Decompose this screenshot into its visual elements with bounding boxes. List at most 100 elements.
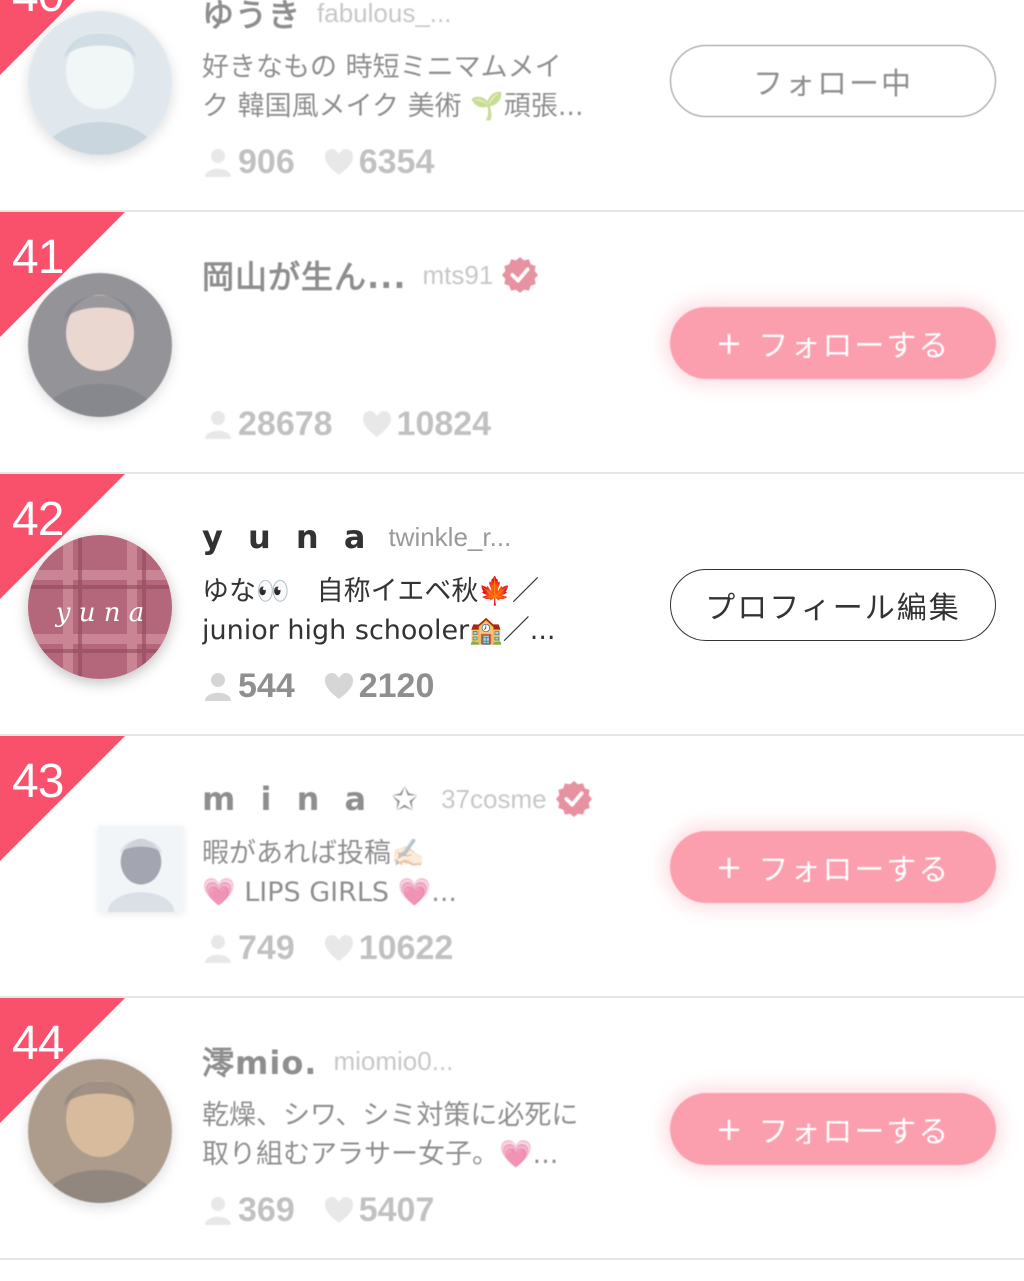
follower-count: 28678 xyxy=(202,405,333,444)
button-wrap: プロフィール編集 xyxy=(670,569,996,641)
avatar-frame xyxy=(28,11,172,155)
heart-icon xyxy=(362,411,391,437)
verified-badge-icon xyxy=(502,256,539,294)
heart-icon xyxy=(324,935,353,961)
avatar[interactable] xyxy=(28,11,172,155)
avatar[interactable]: y u n a xyxy=(28,535,172,679)
bio-line: junior high schooler🏫／... xyxy=(202,615,556,646)
avatar[interactable] xyxy=(28,273,172,417)
user-name[interactable]: 澪mio. xyxy=(202,1038,317,1084)
avatar-image xyxy=(98,826,184,912)
name-line: ゆうき fabulous_... xyxy=(202,0,652,38)
avatar-image xyxy=(28,273,172,417)
button-wrap: フォロー中 xyxy=(670,45,996,117)
user-info: m i n a ✩ 37cosme 暇があれば投稿✍🏻 💗 LIPS GIRLS 💗.… xyxy=(202,774,652,968)
user-bio xyxy=(202,310,652,388)
follower-count-value: 28678 xyxy=(238,404,333,443)
bio-line: 💗 LIPS GIRLS 💗... xyxy=(202,877,457,908)
user-stats: 906 6354 xyxy=(202,142,652,182)
edit-profile-button[interactable]: プロフィール編集 xyxy=(670,569,996,641)
follow-button[interactable]: + フォローする xyxy=(670,307,996,379)
follow-button[interactable]: + フォローする xyxy=(670,1093,996,1165)
person-icon xyxy=(205,1197,231,1225)
button-wrap: + フォローする xyxy=(670,307,996,379)
like-count-value: 5407 xyxy=(358,1190,435,1229)
user-handle: fabulous_... xyxy=(317,0,452,28)
like-count: 10622 xyxy=(323,928,454,968)
button-label: フォローする xyxy=(758,853,951,888)
follower-count: 749 xyxy=(202,929,295,968)
following-button[interactable]: フォロー中 xyxy=(670,45,996,117)
avatar-frame: y u n a xyxy=(28,535,172,679)
user-info: 澪mio. miomio0... 乾燥、シワ、シミ対策に必死に 取り組むアラサー女子。… xyxy=(202,1036,652,1230)
heart-icon xyxy=(324,673,353,699)
like-count-value: 2120 xyxy=(358,666,435,705)
bio-line: 暇があれば投稿✍🏻 xyxy=(202,838,425,869)
name-line: m i n a ✩ 37cosme xyxy=(202,774,652,824)
button-label: フォローする xyxy=(758,1115,951,1150)
bio-line: 乾燥、シワ、シミ対策に必死に xyxy=(202,1100,579,1131)
like-count-value: 10824 xyxy=(396,404,492,443)
like-count: 6354 xyxy=(323,142,435,182)
avatar-frame xyxy=(28,273,172,417)
heart-icon xyxy=(324,149,353,175)
bio-line: ゆな👀 自称イエベ秋🍁／ xyxy=(202,576,539,607)
ranking-list: 40ゆうきfabulous_...好きなもの 時短ミニマムメイク 韓国風メイク … xyxy=(0,0,1024,1260)
like-count: 5407 xyxy=(323,1190,435,1230)
user-stats: 544 2120 xyxy=(202,666,652,706)
user-bio: 好きなもの 時短ミニマムメイク 韓国風メイク 美術 🌱頑張... xyxy=(202,48,652,126)
person-icon xyxy=(205,673,231,701)
like-count: 10824 xyxy=(361,404,492,444)
person-icon xyxy=(205,149,231,177)
button-label: プロフィール編集 xyxy=(705,591,961,626)
like-count: 2120 xyxy=(323,666,435,706)
user-handle: mts91 xyxy=(422,259,494,290)
button-wrap: + フォローする xyxy=(670,1093,996,1165)
plus-icon: + xyxy=(715,848,745,886)
user-stats: 369 5407 xyxy=(202,1190,652,1230)
person-icon xyxy=(205,935,231,963)
user-name[interactable]: 岡山が生ん... xyxy=(202,252,406,298)
plus-icon: + xyxy=(715,324,745,362)
button-wrap: + フォローする xyxy=(670,831,996,903)
user-bio: ゆな👀 自称イエベ秋🍁／ junior high schooler🏫／... xyxy=(202,572,652,650)
avatar[interactable] xyxy=(28,1059,172,1203)
bio-line: 取り組むアラサー女子。💗... xyxy=(202,1139,559,1170)
like-count-value: 10622 xyxy=(358,928,454,967)
ranking-row[interactable]: 41 岡山が生ん... mts91 28678 10824 + フォローする xyxy=(0,212,1024,474)
user-info: y u n a twinkle_r... ゆな👀 自称イエベ秋🍁／ junior hi… xyxy=(202,512,652,706)
follower-count-value: 749 xyxy=(238,928,295,967)
user-stats: 749 10622 xyxy=(202,928,652,968)
user-handle: 37cosme xyxy=(441,783,547,814)
ranking-row[interactable]: 40ゆうきfabulous_...好きなもの 時短ミニマムメイク 韓国風メイク … xyxy=(0,0,1024,212)
like-count-value: 6354 xyxy=(358,142,435,181)
ranking-row[interactable]: 42 y u n ay u n a twinkle_r... ゆな👀 自称イエベ秋🍁／… xyxy=(0,474,1024,736)
avatar-image: y u n a xyxy=(28,535,172,679)
follower-count: 544 xyxy=(202,667,295,706)
user-handle: twinkle_r... xyxy=(388,521,512,552)
bio-line: ク 韓国風メイク 美術 🌱頑張... xyxy=(202,91,584,122)
user-name[interactable]: ゆうき xyxy=(202,0,301,36)
avatar-frame xyxy=(98,826,184,912)
user-bio: 乾燥、シワ、シミ対策に必死に 取り組むアラサー女子。💗... xyxy=(202,1096,652,1174)
name-line: 澪mio. miomio0... xyxy=(202,1036,652,1086)
person-icon xyxy=(205,411,231,439)
plus-icon: + xyxy=(715,1110,745,1148)
button-label: フォロー中 xyxy=(753,67,913,102)
verified-badge-icon xyxy=(555,780,592,818)
user-info: 岡山が生ん... mts91 28678 10824 xyxy=(202,250,652,444)
ranking-row[interactable]: 44 澪mio. miomio0... 乾燥、シワ、シミ対策に必死に 取り組むアラサー女… xyxy=(0,998,1024,1260)
user-stats: 28678 10824 xyxy=(202,404,652,444)
name-line: 岡山が生ん... mts91 xyxy=(202,250,652,300)
user-name[interactable]: m i n a ✩ xyxy=(202,780,425,818)
avatar[interactable] xyxy=(28,797,184,941)
follower-count-value: 544 xyxy=(238,666,295,705)
avatar-image xyxy=(28,1059,172,1203)
avatar-text: y u n a xyxy=(55,598,144,628)
user-bio: 暇があれば投稿✍🏻 💗 LIPS GIRLS 💗... xyxy=(202,834,652,912)
ranking-row[interactable]: 43 m i n a ✩ 37cosme 暇があれば投稿✍🏻 💗 LIPS GIRLS … xyxy=(0,736,1024,998)
follower-count-value: 906 xyxy=(238,142,295,181)
button-label: フォローする xyxy=(758,329,951,364)
user-name[interactable]: y u n a xyxy=(202,518,372,556)
follow-button[interactable]: + フォローする xyxy=(670,831,996,903)
